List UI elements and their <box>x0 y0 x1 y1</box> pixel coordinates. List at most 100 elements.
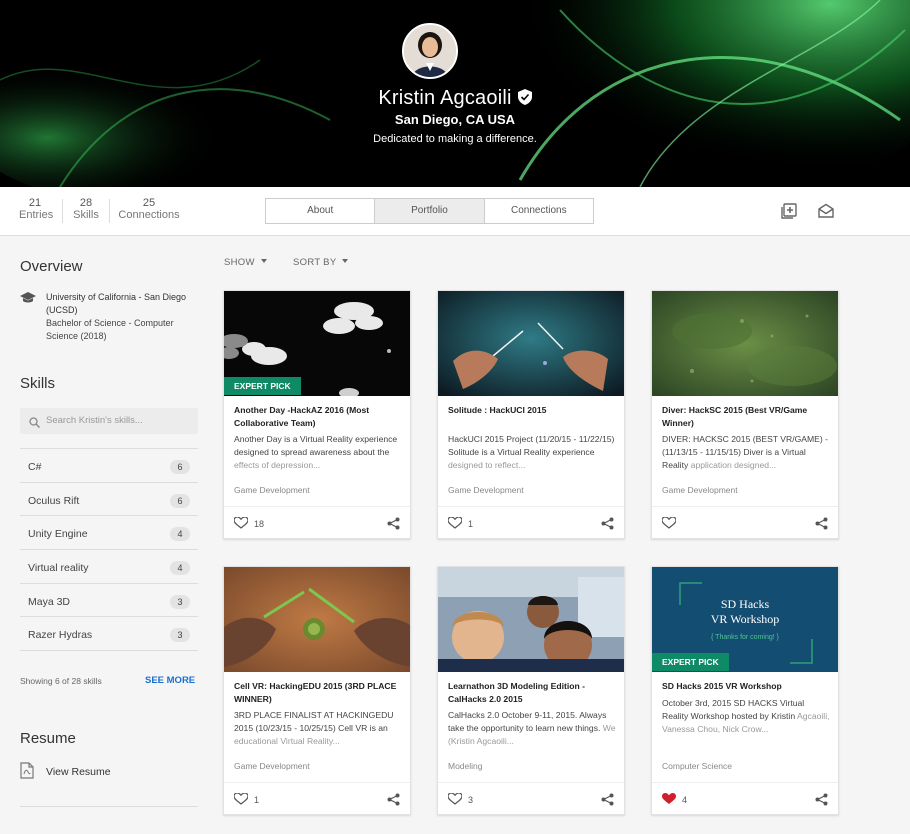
caret-down-icon <box>342 259 349 263</box>
like-button[interactable]: 18 <box>233 516 264 531</box>
like-count: 1 <box>254 795 260 805</box>
card-description: Another Day is a Virtual Reality experie… <box>234 434 398 470</box>
share-icon[interactable] <box>815 793 828 811</box>
education-degree: Bachelor of Science - Computer Science (… <box>46 318 174 341</box>
resume-heading: Resume <box>20 730 76 747</box>
expert-pick-badge: EXPERT PICK <box>652 653 729 671</box>
heart-outline-icon <box>661 516 677 529</box>
card-title[interactable]: SD Hacks 2015 VR Workshop <box>662 680 830 693</box>
heart-outline-icon <box>447 516 463 529</box>
card-title[interactable]: Learnathon 3D Modeling Edition - CalHack… <box>448 680 616 706</box>
portfolio-card[interactable]: Solitude : HackUCI 2015 HackUCI 2015 Pro… <box>437 290 625 539</box>
card-thumbnail <box>438 291 624 396</box>
share-icon[interactable] <box>601 793 614 811</box>
card-footer: 18 <box>224 506 410 539</box>
add-to-collection-icon[interactable] <box>781 203 797 224</box>
card-thumbnail <box>652 291 838 396</box>
card-description: October 3rd, 2015 SD HACKS Virtual Reali… <box>662 698 830 734</box>
see-more-skills-link[interactable]: SEE MORE <box>145 675 195 686</box>
heart-outline-icon <box>447 792 463 805</box>
stat-skills[interactable]: 28 Skills <box>72 197 100 221</box>
card-thumbnail: SD Hacks VR Workshop { Thanks for coming… <box>652 567 838 672</box>
like-count: 18 <box>254 519 265 529</box>
heart-filled-icon <box>662 793 676 804</box>
skill-count-badge: 3 <box>170 628 190 643</box>
expert-pick-badge: EXPERT PICK <box>224 377 301 395</box>
skill-item[interactable]: Razer Hydras 3 <box>20 617 198 652</box>
thumbnail-title-line1: SD Hacks <box>720 597 770 611</box>
card-footer: 1 <box>224 782 410 815</box>
skills-search-input[interactable]: Search Kristin's skills... <box>20 408 198 434</box>
skill-count-badge: 3 <box>170 594 190 609</box>
like-button[interactable]: 3 <box>447 792 473 807</box>
education-school: University of California - San Diego (UC… <box>46 292 187 315</box>
portfolio-card[interactable]: EXPERT PICK Another Day -HackAZ 2016 (Mo… <box>223 290 411 539</box>
stat-divider <box>62 199 63 223</box>
portfolio-card[interactable]: Cell VR: HackingEDU 2015 (3RD PLACE WINN… <box>223 566 411 815</box>
skill-item[interactable]: Virtual reality 4 <box>20 550 198 584</box>
overview-heading: Overview <box>20 258 83 275</box>
message-envelope-icon[interactable] <box>818 203 834 224</box>
portfolio-card[interactable]: Learnathon 3D Modeling Edition - CalHack… <box>437 566 625 815</box>
card-footer: 3 <box>438 782 624 815</box>
tab-connections[interactable]: Connections <box>484 199 593 223</box>
like-button[interactable]: 1 <box>233 792 259 807</box>
card-category[interactable]: Computer Science <box>662 761 732 771</box>
share-icon[interactable] <box>387 793 400 811</box>
portfolio-card[interactable]: SD Hacks VR Workshop { Thanks for coming… <box>651 566 839 815</box>
card-footer: 4 <box>652 782 838 815</box>
card-category[interactable]: Modeling <box>448 761 483 771</box>
card-category[interactable]: Game Development <box>234 485 310 495</box>
card-title[interactable]: Cell VR: HackingEDU 2015 (3RD PLACE WINN… <box>234 680 402 706</box>
profile-tabs: About Portfolio Connections <box>265 198 594 224</box>
profile-name: Kristin Agcaoili <box>378 87 512 109</box>
card-thumbnail <box>224 567 410 672</box>
skills-heading: Skills <box>20 375 56 392</box>
card-description: HackUCI 2015 Project (11/20/15 - 11/22/1… <box>448 434 615 470</box>
skill-count-badge: 6 <box>170 493 190 508</box>
skills-showing-count: Showing 6 of 28 skills <box>20 676 102 686</box>
share-icon[interactable] <box>387 517 400 535</box>
card-footer: 1 <box>438 506 624 539</box>
skill-item[interactable]: Maya 3D 3 <box>20 584 198 618</box>
heart-outline-icon <box>233 516 249 529</box>
profile-location: San Diego, CA USA <box>394 112 516 127</box>
profile-statsbar: 21 Entries 28 Skills 25 Connections Abou… <box>0 187 910 236</box>
stat-connections[interactable]: 25 Connections <box>118 197 180 221</box>
share-icon[interactable] <box>601 517 614 535</box>
skill-count-badge: 4 <box>170 561 190 576</box>
tab-about[interactable]: About <box>266 199 376 223</box>
like-count: 4 <box>682 795 688 805</box>
thumbnail-title-line2: VR Workshop <box>710 612 780 626</box>
card-title[interactable]: Solitude : HackUCI 2015 <box>448 404 616 417</box>
sort-by-dropdown[interactable]: SORT BY <box>293 257 349 268</box>
skills-list: C# 6 Oculus Rift 6 Unity Engine 4 Virtual r… <box>20 448 198 652</box>
card-thumbnail <box>438 567 624 672</box>
like-button[interactable]: 1 <box>447 516 473 531</box>
skill-item[interactable]: Unity Engine 4 <box>20 516 198 551</box>
card-category[interactable]: Game Development <box>448 485 524 495</box>
profile-banner: Kristin Agcaoili San Diego, CA USA Dedic… <box>0 0 910 187</box>
card-category[interactable]: Game Development <box>662 485 738 495</box>
like-count: 1 <box>468 519 474 529</box>
card-title[interactable]: Diver: HackSC 2015 (Best VR/Game Winner) <box>662 404 830 430</box>
graduation-cap-icon <box>20 292 36 308</box>
portfolio-card[interactable]: Diver: HackSC 2015 (Best VR/Game Winner)… <box>651 290 839 539</box>
card-footer <box>652 506 838 539</box>
like-button[interactable] <box>661 516 677 531</box>
sidebar-divider <box>20 806 198 807</box>
show-filter-dropdown[interactable]: SHOW <box>224 257 267 268</box>
profile-avatar[interactable] <box>402 23 458 79</box>
card-category[interactable]: Game Development <box>234 761 310 771</box>
card-title[interactable]: Another Day -HackAZ 2016 (Most Collabora… <box>234 404 402 430</box>
like-button[interactable]: 4 <box>662 793 687 807</box>
verified-badge-icon <box>517 89 532 110</box>
skill-item[interactable]: C# 6 <box>20 449 198 483</box>
skill-item[interactable]: Oculus Rift 6 <box>20 483 198 517</box>
thumbnail-subtitle: { Thanks for coming! } <box>711 634 779 641</box>
tab-portfolio[interactable]: Portfolio <box>375 199 485 223</box>
share-icon[interactable] <box>815 517 828 535</box>
skill-count-badge: 4 <box>170 527 190 542</box>
stat-entries[interactable]: 21 Entries <box>19 197 53 221</box>
card-description: 3RD PLACE FINALIST AT HACKINGEDU 2015 (1… <box>234 710 394 746</box>
